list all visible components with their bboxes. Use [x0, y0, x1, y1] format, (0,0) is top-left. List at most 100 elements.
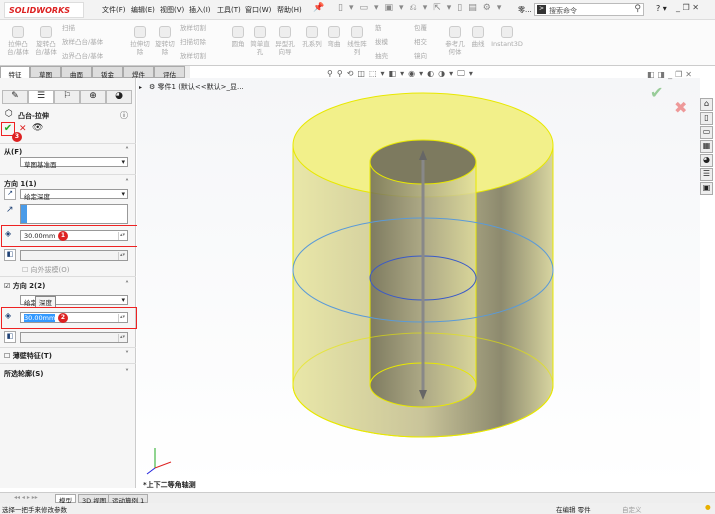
help-icon[interactable]: ? ▾ [656, 4, 667, 13]
collapse-icon[interactable]: ˄ [125, 146, 129, 155]
ribbon-reference-geometry[interactable]: 参考几何体 [444, 26, 466, 56]
ribbon-instant3d[interactable]: Instant3D [490, 26, 524, 48]
label: 拉伸凸台/基体 [7, 40, 29, 56]
ribbon-mirror[interactable]: 镜向 [414, 52, 427, 60]
unit-system-selector[interactable]: 自定义 [622, 504, 642, 514]
reverse-direction-button[interactable]: ↗ [4, 188, 16, 200]
selected-contours-header[interactable]: 所选轮廓(S) [4, 369, 43, 379]
preview-eye-icon[interactable]: 👁 [32, 123, 43, 133]
file-explorer-icon[interactable]: ▭ [700, 126, 713, 139]
appearances-icon[interactable]: ◕ [700, 154, 713, 167]
revolve-icon [40, 26, 52, 38]
configuration-tab[interactable]: ⚐ [54, 90, 80, 104]
ribbon-revolve-cut[interactable]: 旋转切除 [153, 26, 177, 56]
ribbon-loft-boss[interactable]: 放样凸台/基体 [62, 38, 103, 46]
menu-file[interactable]: 文件(F) [102, 5, 126, 15]
direction-selection-box[interactable] [20, 204, 128, 224]
design-library-icon[interactable]: ▯ [700, 112, 713, 125]
from-section-header[interactable]: 从(F) [4, 147, 22, 157]
tab-features[interactable]: 特征 [0, 66, 30, 79]
graphics-viewport[interactable]: ▸ ⚙ 零件1 (默认<<默认>_显... ⚲⚲⟲◫⬚▾◧▾◉▾◐◑▾🖵▾ ◧◨… [137, 69, 700, 489]
view-palette-icon[interactable]: ▦ [700, 140, 713, 153]
tab-weldments[interactable]: 焊件 [123, 66, 154, 79]
ribbon-extrude-cut[interactable]: 拉伸切除 [128, 26, 152, 56]
ribbon-extrude-boss[interactable]: 拉伸凸台/基体 [4, 26, 32, 56]
ribbon-intersect[interactable]: 相交 [414, 38, 427, 46]
property-manager-tab[interactable]: ☰ [28, 90, 54, 104]
custom-properties-icon[interactable]: ☰ [700, 168, 713, 181]
draft-angle-input-2[interactable]: ▴▾ [20, 332, 128, 343]
divider [0, 143, 136, 144]
label: 拉伸切除 [130, 40, 150, 56]
ribbon-simple-hole[interactable]: 简单直孔 [248, 26, 272, 56]
feature-tree-tab[interactable]: ✎ [2, 90, 28, 104]
pin-icon[interactable]: 📌 [313, 3, 324, 13]
ribbon-loft-cut-2[interactable]: 放样切割 [180, 52, 206, 60]
menu-help[interactable]: 帮助(H) [277, 5, 302, 15]
menu-window[interactable]: 窗口(W) [245, 5, 271, 15]
ribbon-fillet[interactable]: 圆角 [228, 26, 248, 48]
display-manager-tab[interactable]: ◕ [106, 90, 132, 104]
direction1-depth-input[interactable]: 30.00mm ▴▾ [20, 230, 128, 241]
extrude-icon [12, 26, 24, 38]
menu-view[interactable]: 视图(V) [160, 5, 184, 15]
ribbon-sweep-cut[interactable]: 扫描切除 [180, 38, 206, 46]
triad-icon [146, 448, 172, 475]
ribbon-curves[interactable]: 曲线 [468, 26, 488, 48]
rebuild-icon[interactable]: ● [705, 503, 711, 511]
expand-icon[interactable]: ˅ [125, 368, 129, 377]
ribbon-loft-cut[interactable]: 放样切割 [180, 24, 206, 32]
spinner[interactable]: ▴▾ [118, 232, 126, 240]
tab-motion-study[interactable]: 运动算例 1 [108, 494, 149, 505]
tab-evaluate[interactable]: 评估 [154, 66, 185, 79]
search-icon[interactable]: ⚲ [634, 4, 641, 14]
collapse-icon[interactable]: ˄ [125, 280, 129, 289]
tab-sketch[interactable]: 草图 [30, 66, 61, 79]
cut-icon [134, 26, 146, 38]
ribbon-shell[interactable]: 抽壳 [375, 52, 388, 60]
hole-icon [254, 26, 266, 38]
ribbon-draft[interactable]: 拔模 [375, 38, 388, 46]
window-controls[interactable]: _ ❐ ✕ [676, 3, 699, 12]
tab-model[interactable]: 模型 [55, 494, 76, 505]
ribbon-boundary-boss[interactable]: 边界凸台/基体 [62, 52, 103, 60]
ribbon-rib[interactable]: 筋 [375, 24, 382, 32]
spinner[interactable]: ▴▾ [118, 252, 126, 260]
dimxpert-tab[interactable]: ⊕ [80, 90, 106, 104]
end-condition-dropdown[interactable]: 给定深度 [20, 189, 128, 201]
ribbon-linear-pattern[interactable]: 线性阵列 [346, 26, 368, 56]
spinner[interactable]: ▴▾ [118, 314, 126, 322]
command-icon: > [537, 5, 546, 14]
forum-icon[interactable]: ▣ [700, 182, 713, 195]
spinner[interactable]: ▴▾ [118, 334, 126, 342]
ribbon-wrap[interactable]: 包覆 [414, 24, 427, 32]
menu-insert[interactable]: 插入(I) [189, 5, 211, 15]
draft-outward-checkbox[interactable]: ☐ 向外拔模(O) [22, 265, 70, 275]
menu-edit[interactable]: 编辑(E) [131, 5, 155, 15]
draft-toggle-icon[interactable]: ◧ [4, 331, 16, 343]
expand-icon[interactable]: ˅ [125, 350, 129, 359]
tab-3d-views[interactable]: 3D 视图 [78, 494, 111, 505]
tab-scroll-buttons[interactable]: ◂◂ ◂ ▸ ▸▸ [14, 494, 38, 501]
ribbon-flex[interactable]: 弯曲 [324, 26, 344, 48]
search-input[interactable]: > 搜索命令 ⚲ [534, 3, 644, 16]
ribbon-hole-wizard[interactable]: 异型孔向导 [273, 26, 297, 56]
draft-toggle-icon[interactable]: ◧ [4, 249, 16, 261]
title-bar: SOLIDWORKS 文件(F) 编辑(E) 视图(V) 插入(I) 工具(T)… [0, 0, 715, 20]
tab-surfaces[interactable]: 曲面 [61, 66, 92, 79]
draft-angle-input[interactable]: ▴▾ [20, 250, 128, 261]
ribbon-sweep[interactable]: 扫描 [62, 24, 75, 32]
quick-access-toolbar[interactable]: ▯▾▭▾▣▾⎌▾⇱▾▯▤⚙▾ [338, 3, 507, 13]
collapse-icon[interactable]: ˄ [125, 178, 129, 187]
home-icon[interactable]: ⌂ [700, 98, 713, 111]
direction2-header[interactable]: ☑ 方向 2(2) [4, 281, 45, 291]
thin-feature-header[interactable]: ☐ 薄壁特征(T) [4, 351, 52, 361]
from-dropdown[interactable]: 草图基准面 [20, 157, 128, 169]
fillet-icon [232, 26, 244, 38]
menu-tools[interactable]: 工具(T) [217, 5, 241, 15]
ribbon-revolve-boss[interactable]: 旋转凸台/基体 [32, 26, 60, 56]
direction2-depth-input[interactable]: 30.00mm ▴▾ [20, 312, 128, 323]
help-icon[interactable]: ⓘ [120, 110, 128, 121]
tab-sheet-metal[interactable]: 钣金 [92, 66, 123, 79]
ribbon-hole-series[interactable]: 孔系列 [300, 26, 324, 48]
